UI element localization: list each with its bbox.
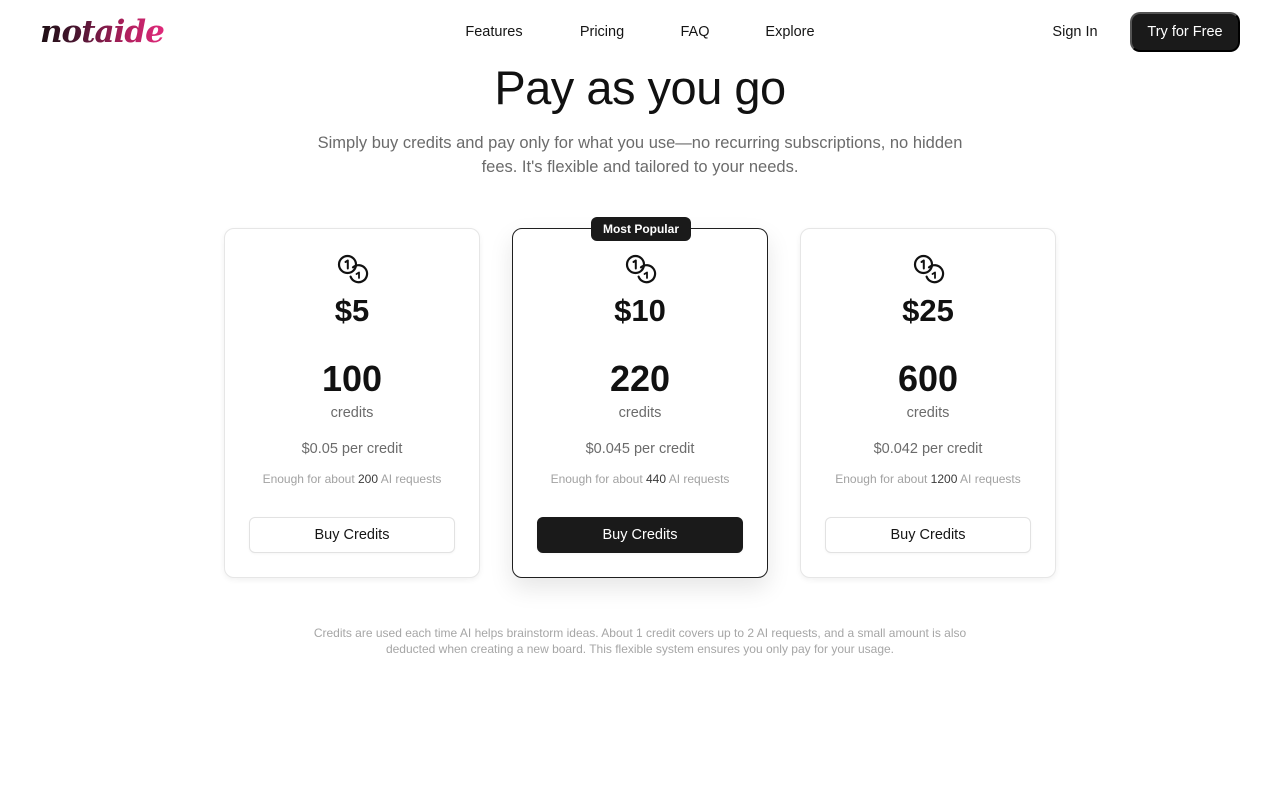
- buy-credits-button[interactable]: Buy Credits: [537, 517, 743, 553]
- nav-link-pricing[interactable]: Pricing: [570, 22, 634, 42]
- per-credit-price: $0.045 per credit: [585, 441, 695, 457]
- requests-count: 440: [646, 472, 667, 486]
- requests-prefix: Enough for about: [262, 472, 355, 486]
- try-for-free-button[interactable]: Try for Free: [1130, 12, 1240, 52]
- per-credit-price: $0.042 per credit: [873, 441, 983, 457]
- sign-in-link[interactable]: Sign In: [1040, 22, 1110, 42]
- requests-suffix: AI requests: [380, 472, 442, 486]
- plan-price: $25: [902, 293, 954, 328]
- nav-link-features[interactable]: Features: [454, 22, 534, 42]
- plan-price: $10: [614, 293, 666, 328]
- plan-price: $5: [334, 293, 370, 328]
- requests-suffix: AI requests: [960, 472, 1021, 486]
- pricing-card-10: Most Popular $10 220 credits $0.045 per …: [512, 217, 768, 578]
- nav-link-faq[interactable]: FAQ: [675, 22, 715, 42]
- requests-prefix: Enough for about: [550, 472, 643, 486]
- credits-amount: 100: [321, 358, 383, 399]
- coins-icon: [337, 254, 369, 284]
- requests-estimate: Enough for about 440 AI requests: [513, 470, 767, 488]
- credits-footnote: Credits are used each time AI helps brai…: [313, 626, 967, 656]
- most-popular-badge: Most Popular: [591, 217, 691, 241]
- page-subtitle: Simply buy credits and pay only for what…: [317, 134, 963, 176]
- requests-prefix: Enough for about: [835, 472, 928, 486]
- pricing-card-5: $5 100 credits $0.05 per credit Enough f…: [224, 228, 480, 578]
- credits-amount: 600: [897, 358, 959, 399]
- page-title: Pay as you go: [494, 61, 786, 114]
- credits-label: credits: [618, 405, 662, 421]
- nav-link-explore[interactable]: Explore: [756, 22, 824, 42]
- pricing-card-25: $25 600 credits $0.042 per credit Enough…: [800, 228, 1056, 578]
- buy-credits-button[interactable]: Buy Credits: [825, 517, 1031, 553]
- requests-estimate: Enough for about 1200 AI requests: [801, 470, 1055, 488]
- per-credit-price: $0.05 per credit: [301, 441, 403, 457]
- credits-label: credits: [906, 405, 950, 421]
- navbar: notaide Features Pricing FAQ Explore Sig…: [0, 0, 1280, 64]
- requests-estimate: Enough for about 200 AI requests: [225, 470, 479, 488]
- buy-credits-button[interactable]: Buy Credits: [249, 517, 455, 553]
- coins-icon: [625, 254, 657, 284]
- requests-suffix: AI requests: [668, 472, 730, 486]
- requests-count: 200: [358, 472, 379, 486]
- credits-amount: 220: [609, 358, 671, 399]
- credits-label: credits: [330, 405, 374, 421]
- requests-count: 1200: [930, 472, 958, 486]
- coins-icon: [913, 254, 945, 284]
